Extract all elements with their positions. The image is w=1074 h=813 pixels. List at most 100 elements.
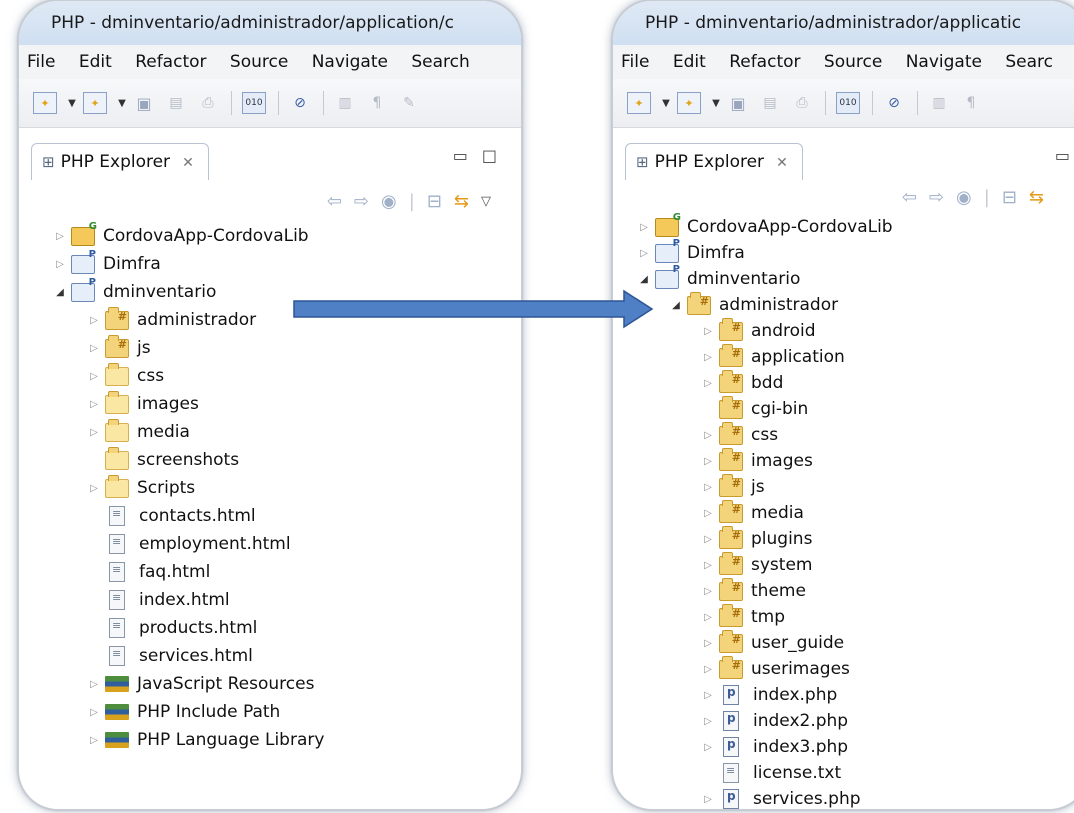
menu-search[interactable]: Search (411, 52, 469, 72)
maximize-icon[interactable]: □ (482, 146, 497, 165)
collapse-arrow-icon[interactable]: ◢ (637, 274, 651, 285)
save-all-icon[interactable]: ▤ (165, 93, 187, 113)
binary-icon[interactable]: 010 (242, 92, 266, 114)
new-icon[interactable]: ✦ (33, 92, 57, 114)
tree-item[interactable]: ▷ system (613, 551, 1074, 578)
tree-item[interactable]: ▷ services.php (613, 786, 1074, 809)
block-selection-icon[interactable]: ▥ (334, 93, 356, 113)
expand-arrow-icon[interactable]: ▷ (701, 612, 715, 623)
menu-refactor[interactable]: Refactor (729, 52, 800, 72)
chevron-down-icon[interactable]: ▼ (117, 93, 127, 113)
expand-arrow-icon[interactable]: ▷ (701, 508, 715, 519)
print-icon[interactable]: ⎙ (791, 93, 813, 113)
expand-arrow-icon[interactable]: ▷ (87, 427, 101, 438)
menu-source[interactable]: Source (230, 52, 288, 72)
expand-arrow-icon[interactable]: ▷ (53, 231, 67, 242)
minimize-icon[interactable]: ▭ (1055, 146, 1070, 165)
expand-arrow-icon[interactable]: ▷ (701, 560, 715, 571)
tree-item[interactable]: services.html (19, 642, 521, 670)
expand-arrow-icon[interactable]: ▷ (701, 352, 715, 363)
tab-php-explorer[interactable]: ⊞ PHP Explorer ✕ (31, 143, 209, 180)
expand-arrow-icon[interactable]: ▷ (701, 664, 715, 675)
new-file-icon[interactable]: ✦ (677, 92, 701, 114)
tree-item[interactable]: ▷ userimages (613, 655, 1074, 682)
expand-arrow-icon[interactable]: ▷ (701, 690, 715, 701)
menu-refactor[interactable]: Refactor (135, 52, 206, 72)
tree-item[interactable]: ◢ dminventario (19, 277, 521, 306)
new-icon[interactable]: ✦ (627, 92, 651, 114)
forward-arrow-icon[interactable]: ⇨ (354, 191, 369, 212)
tree-item[interactable]: ▷ PHP Include Path (19, 698, 521, 726)
expand-arrow-icon[interactable]: ▷ (701, 716, 715, 727)
expand-arrow-icon[interactable]: ▷ (87, 371, 101, 382)
expand-arrow-icon[interactable]: ▷ (701, 378, 715, 389)
show-whitespace-icon[interactable]: ¶ (366, 93, 388, 113)
tree-item[interactable]: ▷ application (613, 343, 1074, 370)
tree-item[interactable]: ▷ Dimfra (613, 238, 1074, 266)
tree-item[interactable]: screenshots (19, 446, 521, 474)
tree-item[interactable]: ▷ Scripts (19, 474, 521, 502)
expand-arrow-icon[interactable]: ▷ (701, 586, 715, 597)
expand-arrow-icon[interactable]: ▷ (701, 456, 715, 467)
save-icon[interactable]: ▣ (727, 93, 749, 113)
new-file-icon[interactable]: ✦ (83, 92, 107, 114)
expand-arrow-icon[interactable]: ▷ (87, 315, 101, 326)
tree-item[interactable]: ▷ css (613, 421, 1074, 448)
chevron-down-icon[interactable]: ▼ (67, 93, 77, 113)
tree-item[interactable]: ▷ CordovaApp-CordovaLib (613, 212, 1074, 240)
menu-navigate[interactable]: Navigate (906, 52, 982, 72)
back-arrow-icon[interactable]: ⇦ (902, 187, 917, 208)
save-all-icon[interactable]: ▤ (759, 93, 781, 113)
tree-item[interactable]: ▷ css (19, 362, 521, 390)
tree-item[interactable]: ▷ theme (613, 577, 1074, 604)
expand-arrow-icon[interactable]: ▷ (87, 707, 101, 718)
expand-arrow-icon[interactable]: ▷ (637, 248, 651, 259)
expand-arrow-icon[interactable]: ▷ (701, 430, 715, 441)
expand-arrow-icon[interactable]: ▷ (87, 343, 101, 354)
menu-navigate[interactable]: Navigate (312, 52, 388, 72)
close-icon[interactable]: ✕ (776, 155, 788, 171)
tree-item[interactable]: ▷ images (613, 447, 1074, 474)
tree-item[interactable]: ▷ media (19, 418, 521, 446)
binary-icon[interactable]: 010 (836, 92, 860, 114)
expand-arrow-icon[interactable]: ▷ (637, 222, 651, 233)
expand-arrow-icon[interactable]: ▷ (87, 483, 101, 494)
save-icon[interactable]: ▣ (133, 93, 155, 113)
back-arrow-icon[interactable]: ⇦ (327, 191, 342, 212)
tree-item[interactable]: ▷ index2.php (613, 708, 1074, 734)
tab-php-explorer[interactable]: ⊞ PHP Explorer ✕ (625, 143, 803, 180)
expand-arrow-icon[interactable]: ▷ (53, 259, 67, 270)
tree-item[interactable]: ▷ administrador (19, 306, 521, 334)
menu-source[interactable]: Source (824, 52, 882, 72)
tree-item[interactable]: contacts.html (19, 502, 521, 530)
tree-item[interactable]: ▷ js (613, 473, 1074, 500)
link-with-editor-icon[interactable]: ⇆ (454, 191, 469, 212)
pencil-icon[interactable]: ✎ (398, 93, 420, 113)
tree-item[interactable]: ▷ js (19, 334, 521, 362)
tree-item[interactable]: cgi-bin (613, 395, 1074, 422)
tree-item[interactable]: ▷ index3.php (613, 734, 1074, 760)
expand-arrow-icon[interactable]: ▷ (701, 326, 715, 337)
tree-item[interactable]: ▷ images (19, 390, 521, 418)
tree-item[interactable]: license.txt (613, 760, 1074, 786)
tree-item[interactable]: employment.html (19, 530, 521, 558)
tree-item[interactable]: ◢ dminventario (613, 264, 1074, 292)
menu-edit[interactable]: Edit (79, 52, 112, 72)
expand-arrow-icon[interactable]: ▷ (87, 735, 101, 746)
view-menu-icon[interactable]: ▽ (481, 194, 491, 209)
tree-item[interactable]: ▷ CordovaApp-CordovaLib (19, 221, 521, 250)
menu-search[interactable]: Searc (1005, 52, 1053, 72)
tree-item[interactable]: ▷ user_guide (613, 629, 1074, 656)
menu-file[interactable]: File (27, 52, 55, 72)
expand-arrow-icon[interactable]: ▷ (701, 794, 715, 805)
tree-item[interactable]: ▷ tmp (613, 603, 1074, 630)
tree-item[interactable]: ▷ JavaScript Resources (19, 670, 521, 698)
close-icon[interactable]: ✕ (182, 155, 194, 171)
tree-item[interactable]: ▷ android (613, 317, 1074, 344)
tree-item[interactable]: ▷ Dimfra (19, 249, 521, 278)
link-with-editor-icon[interactable]: ⇆ (1029, 187, 1044, 208)
tree-item[interactable]: products.html (19, 614, 521, 642)
chevron-down-icon[interactable]: ▼ (661, 93, 671, 113)
expand-arrow-icon[interactable]: ▷ (701, 638, 715, 649)
print-icon[interactable]: ⎙ (197, 93, 219, 113)
